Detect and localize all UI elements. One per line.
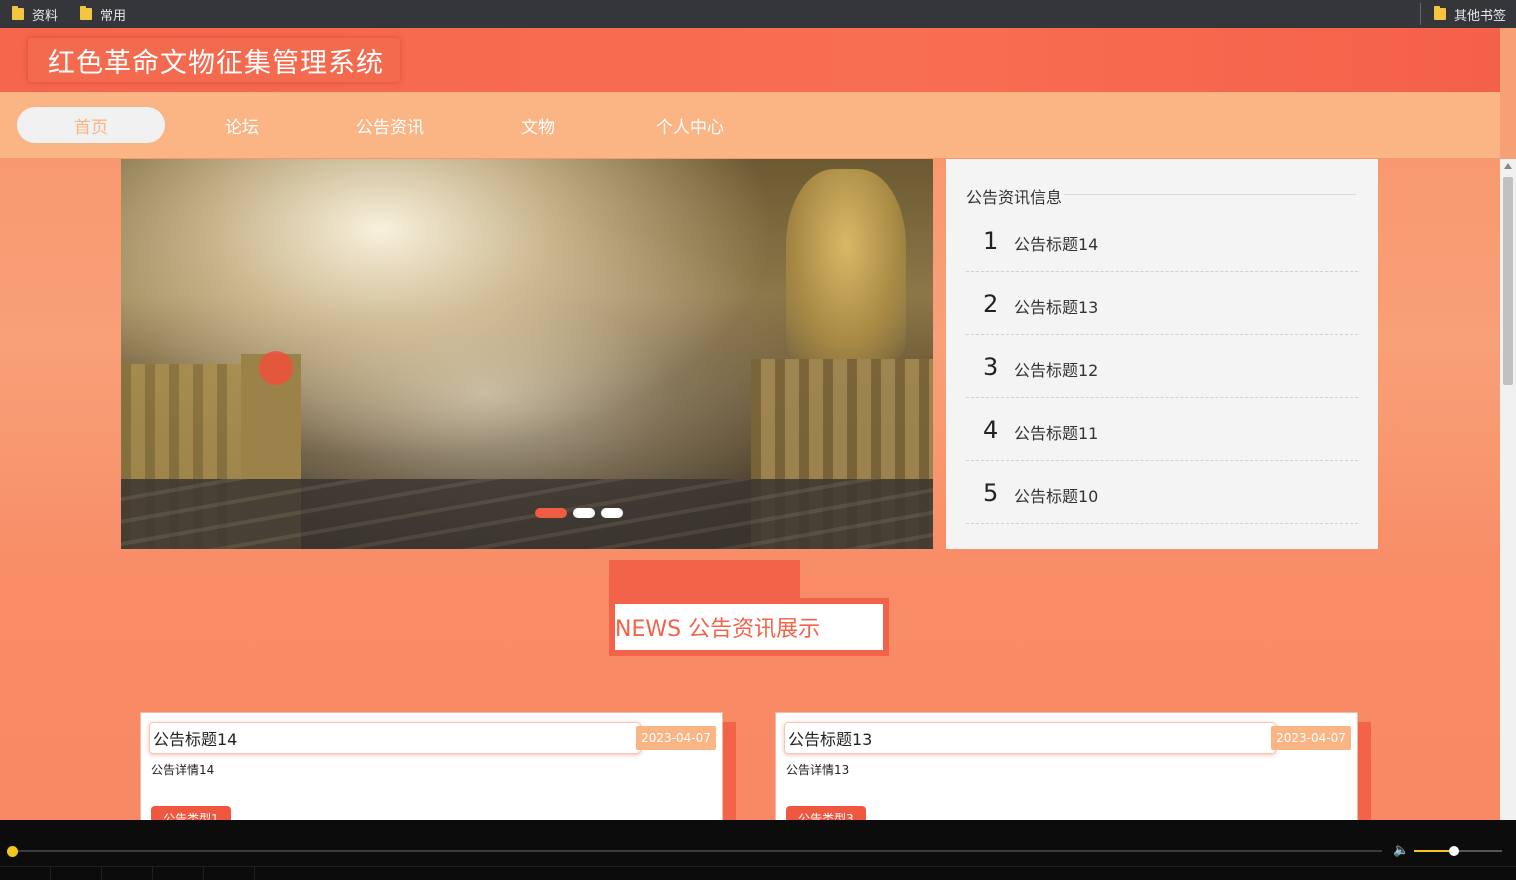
cursor-highlight bbox=[259, 351, 293, 385]
player-thumbnail-strip bbox=[0, 866, 1516, 880]
nav-item-relics[interactable]: 文物 bbox=[464, 107, 612, 143]
card-shadow bbox=[1357, 722, 1371, 820]
scrollbar-thumb[interactable] bbox=[1503, 177, 1513, 385]
news-list-item[interactable]: 4 公告标题11 bbox=[966, 398, 1358, 461]
news-sidebar-divider bbox=[1064, 194, 1356, 195]
strip-divider bbox=[203, 867, 204, 880]
folder-icon bbox=[80, 6, 92, 20]
card-detail: 公告详情14 bbox=[151, 763, 215, 777]
news-item-title[interactable]: 公告标题13 bbox=[1014, 294, 1098, 318]
scroll-up-arrow-icon[interactable] bbox=[1504, 163, 1512, 169]
news-item-number: 5 bbox=[983, 479, 999, 507]
site-title: 红色革命文物征集管理系统 bbox=[28, 38, 400, 82]
news-item-number: 3 bbox=[983, 353, 999, 381]
banner-carousel[interactable] bbox=[121, 159, 933, 549]
strip-divider bbox=[50, 867, 51, 880]
carousel-image-floor bbox=[121, 479, 933, 549]
bookmark-label: 资料 bbox=[32, 8, 59, 24]
news-item-title[interactable]: 公告标题10 bbox=[1014, 483, 1098, 507]
carousel-dot-3[interactable] bbox=[601, 508, 623, 518]
card-detail: 公告详情13 bbox=[786, 763, 850, 777]
main-nav: 首页 论坛 公告资讯 文物 个人中心 bbox=[0, 92, 1500, 158]
folder-icon bbox=[12, 6, 24, 20]
news-list-item[interactable]: 1 公告标题14 bbox=[966, 209, 1358, 272]
page-viewport: 红色革命文物征集管理系统 首页 论坛 公告资讯 文物 个人中心 公告资讯信息 1… bbox=[0, 28, 1500, 820]
news-card[interactable]: 公告标题14 2023-04-07 公告详情14 公告类型1 bbox=[140, 712, 723, 820]
bookmarks-bar: 资料 常用 其他书签 bbox=[0, 0, 1516, 28]
carousel-dot-1[interactable] bbox=[535, 508, 567, 518]
news-item-number: 4 bbox=[983, 416, 999, 444]
nav-item-profile[interactable]: 个人中心 bbox=[616, 107, 764, 143]
card-title[interactable]: 公告标题13 bbox=[784, 722, 1276, 754]
bookmark-folder-changyong[interactable]: 常用 bbox=[80, 0, 126, 28]
video-player-bar: 🔈 bbox=[0, 820, 1516, 880]
news-item-title[interactable]: 公告标题12 bbox=[1014, 357, 1098, 381]
card-title[interactable]: 公告标题14 bbox=[149, 722, 641, 754]
bookmark-folder-other[interactable]: 其他书签 bbox=[1434, 0, 1506, 28]
bookmark-label: 其他书签 bbox=[1454, 8, 1507, 24]
card-shadow bbox=[722, 722, 736, 820]
news-list-item[interactable]: 3 公告标题12 bbox=[966, 335, 1358, 398]
news-list-item[interactable]: 5 公告标题10 bbox=[966, 461, 1358, 524]
strip-divider bbox=[152, 867, 153, 880]
card-category-tag: 公告类型1 bbox=[151, 806, 231, 820]
carousel-dot-2[interactable] bbox=[573, 508, 595, 518]
bookmarks-divider bbox=[1420, 3, 1421, 25]
progress-handle[interactable] bbox=[7, 846, 18, 857]
section-heading: NEWS 公告资讯展示 bbox=[615, 604, 883, 650]
news-sidebar-title: 公告资讯信息 bbox=[966, 188, 1063, 207]
bookmark-folder-ziliao[interactable]: 资料 bbox=[12, 0, 58, 28]
news-item-number: 2 bbox=[983, 290, 999, 318]
news-item-number: 1 bbox=[983, 227, 999, 255]
site-header: 红色革命文物征集管理系统 bbox=[0, 28, 1500, 92]
card-category-tag: 公告类型3 bbox=[786, 806, 866, 820]
volume-handle[interactable] bbox=[1448, 846, 1459, 856]
bookmark-label: 常用 bbox=[100, 8, 127, 24]
strip-divider bbox=[101, 867, 102, 880]
news-sidebar: 公告资讯信息 1 公告标题14 2 公告标题13 3 公告标题12 4 公告标题… bbox=[946, 159, 1378, 549]
carousel-image-statue bbox=[786, 169, 906, 359]
volume-icon[interactable]: 🔈 bbox=[1393, 844, 1409, 858]
folder-icon bbox=[1434, 6, 1446, 20]
nav-item-home[interactable]: 首页 bbox=[17, 107, 165, 143]
progress-track[interactable] bbox=[10, 850, 1382, 852]
news-item-title[interactable]: 公告标题14 bbox=[1014, 231, 1098, 255]
news-list-item[interactable]: 2 公告标题13 bbox=[966, 272, 1358, 335]
strip-divider bbox=[254, 867, 255, 880]
news-item-title[interactable]: 公告标题11 bbox=[1014, 420, 1098, 444]
card-date-badge: 2023-04-07 bbox=[1271, 726, 1351, 750]
carousel-indicators bbox=[535, 508, 623, 518]
volume-fill bbox=[1414, 850, 1454, 852]
card-date-badge: 2023-04-07 bbox=[636, 726, 716, 750]
nav-item-forum[interactable]: 论坛 bbox=[168, 107, 316, 143]
news-card[interactable]: 公告标题13 2023-04-07 公告详情13 公告类型3 bbox=[775, 712, 1358, 820]
page-scrollbar[interactable] bbox=[1500, 159, 1516, 820]
nav-item-announcements[interactable]: 公告资讯 bbox=[316, 107, 464, 143]
section-heading-decoration bbox=[609, 560, 800, 600]
